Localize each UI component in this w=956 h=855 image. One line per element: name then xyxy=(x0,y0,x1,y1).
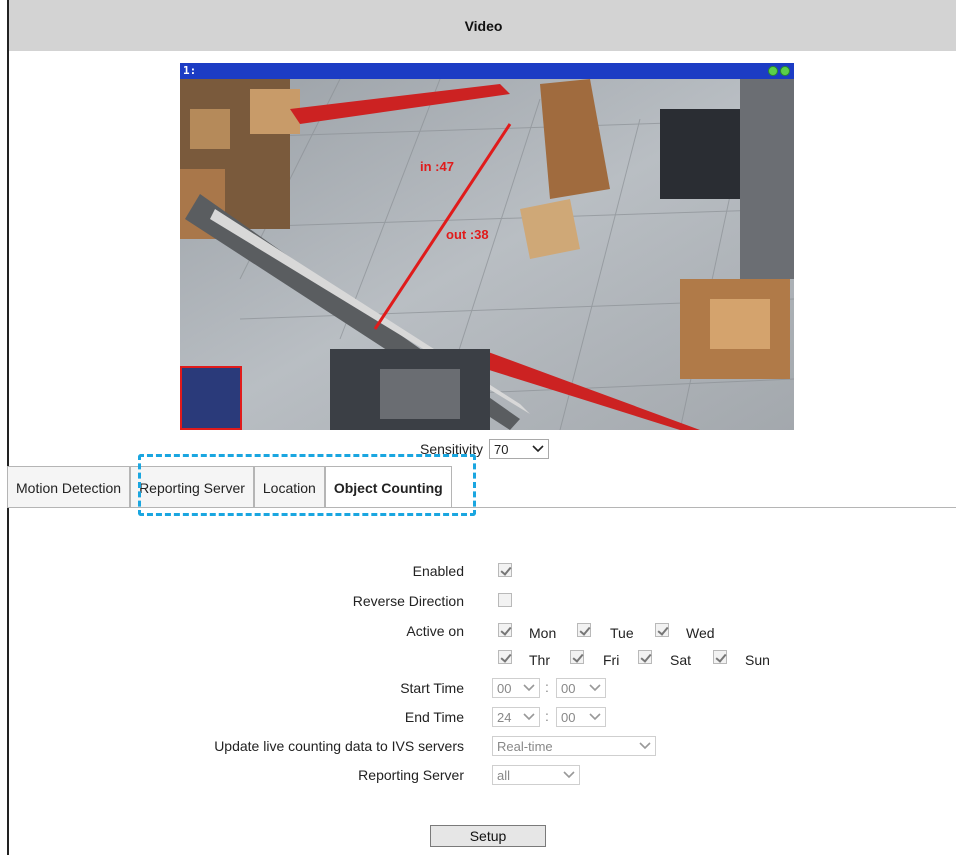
day-checkbox-tue[interactable] xyxy=(577,623,591,637)
day-checkbox-wed[interactable] xyxy=(655,623,669,637)
end-time-label: End Time xyxy=(404,709,464,725)
setup-button[interactable]: Setup xyxy=(430,825,546,847)
tab-reporting-server[interactable]: Reporting Server xyxy=(130,466,254,508)
reverse-direction-checkbox[interactable] xyxy=(498,593,512,607)
reporting-server-label: Reporting Server xyxy=(358,767,464,783)
day-label-mon: Mon xyxy=(529,625,557,641)
start-time-label: Start Time xyxy=(400,680,464,696)
green-dot-icon[interactable] xyxy=(768,66,778,76)
day-checkbox-fri[interactable] xyxy=(570,650,584,664)
sensitivity-select[interactable]: 70 xyxy=(489,439,550,459)
green-dot-icon[interactable] xyxy=(780,66,790,76)
tab-location[interactable]: Location xyxy=(253,466,325,508)
day-checkbox-sun[interactable] xyxy=(713,650,727,664)
chevron-down-icon xyxy=(523,713,535,721)
end-minute-value: 00 xyxy=(561,709,576,725)
tab-object-counting[interactable]: Object Counting xyxy=(324,466,452,508)
chevron-down-icon xyxy=(523,684,535,692)
tab-bar: Motion Detection Reporting Server Locati… xyxy=(7,466,452,508)
day-label-sun: Sun xyxy=(745,652,770,668)
sensitivity-label: Sensitivity xyxy=(420,441,484,457)
tab-label: Motion Detection xyxy=(16,479,122,496)
chevron-down-icon xyxy=(532,445,544,453)
start-hour-value: 00 xyxy=(497,680,512,696)
video-title-bar: 1: xyxy=(180,63,794,79)
update-live-select[interactable]: Real-time xyxy=(492,736,656,756)
day-checkbox-sat[interactable] xyxy=(638,650,652,664)
tab-label: Location xyxy=(262,479,316,496)
camera-feed: in :47 out :38 xyxy=(180,79,794,430)
end-hour-select[interactable]: 24 xyxy=(492,707,540,727)
day-checkbox-mon[interactable] xyxy=(498,623,512,637)
chevron-down-icon xyxy=(563,771,575,779)
day-label-tue: Tue xyxy=(610,625,634,641)
chevron-down-icon xyxy=(589,713,601,721)
chevron-down-icon xyxy=(639,742,651,750)
sensitivity-value: 70 xyxy=(494,441,509,457)
day-label-wed: Wed xyxy=(686,625,715,641)
update-live-label: Update live counting data to IVS servers xyxy=(214,738,464,754)
out-count-overlay: out :38 xyxy=(446,227,489,242)
tab-divider xyxy=(7,507,956,508)
day-checkbox-thr[interactable] xyxy=(498,650,512,664)
channel-label: 1: xyxy=(183,64,197,77)
video-viewer[interactable]: 1: in:47 out:38 xyxy=(180,63,794,430)
start-minute-value: 00 xyxy=(561,680,576,696)
day-label-thr: Thr xyxy=(529,652,550,668)
reporting-server-value: all xyxy=(497,767,511,783)
sensitivity-row: Sensitivity 70 xyxy=(420,439,550,459)
enabled-label: Enabled xyxy=(412,563,464,579)
page-title: Video xyxy=(9,0,956,51)
active-on-label: Active on xyxy=(406,623,464,639)
end-minute-select[interactable]: 00 xyxy=(556,707,606,727)
tab-label: Object Counting xyxy=(333,479,443,496)
start-hour-select[interactable]: 00 xyxy=(492,678,540,698)
reporting-server-select[interactable]: all xyxy=(492,765,580,785)
update-live-value: Real-time xyxy=(497,738,553,754)
reverse-direction-label: Reverse Direction xyxy=(352,593,464,609)
chevron-down-icon xyxy=(589,684,601,692)
enabled-checkbox[interactable] xyxy=(498,563,512,577)
day-label-fri: Fri xyxy=(603,652,620,668)
start-minute-select[interactable]: 00 xyxy=(556,678,606,698)
time-separator: : xyxy=(545,708,549,724)
tab-motion-detection[interactable]: Motion Detection xyxy=(7,466,131,508)
in-count-overlay: in :47 xyxy=(420,159,454,174)
tab-label: Reporting Server xyxy=(139,479,245,496)
time-separator: : xyxy=(545,679,549,695)
day-label-sat: Sat xyxy=(670,652,692,668)
end-hour-value: 24 xyxy=(497,709,512,725)
